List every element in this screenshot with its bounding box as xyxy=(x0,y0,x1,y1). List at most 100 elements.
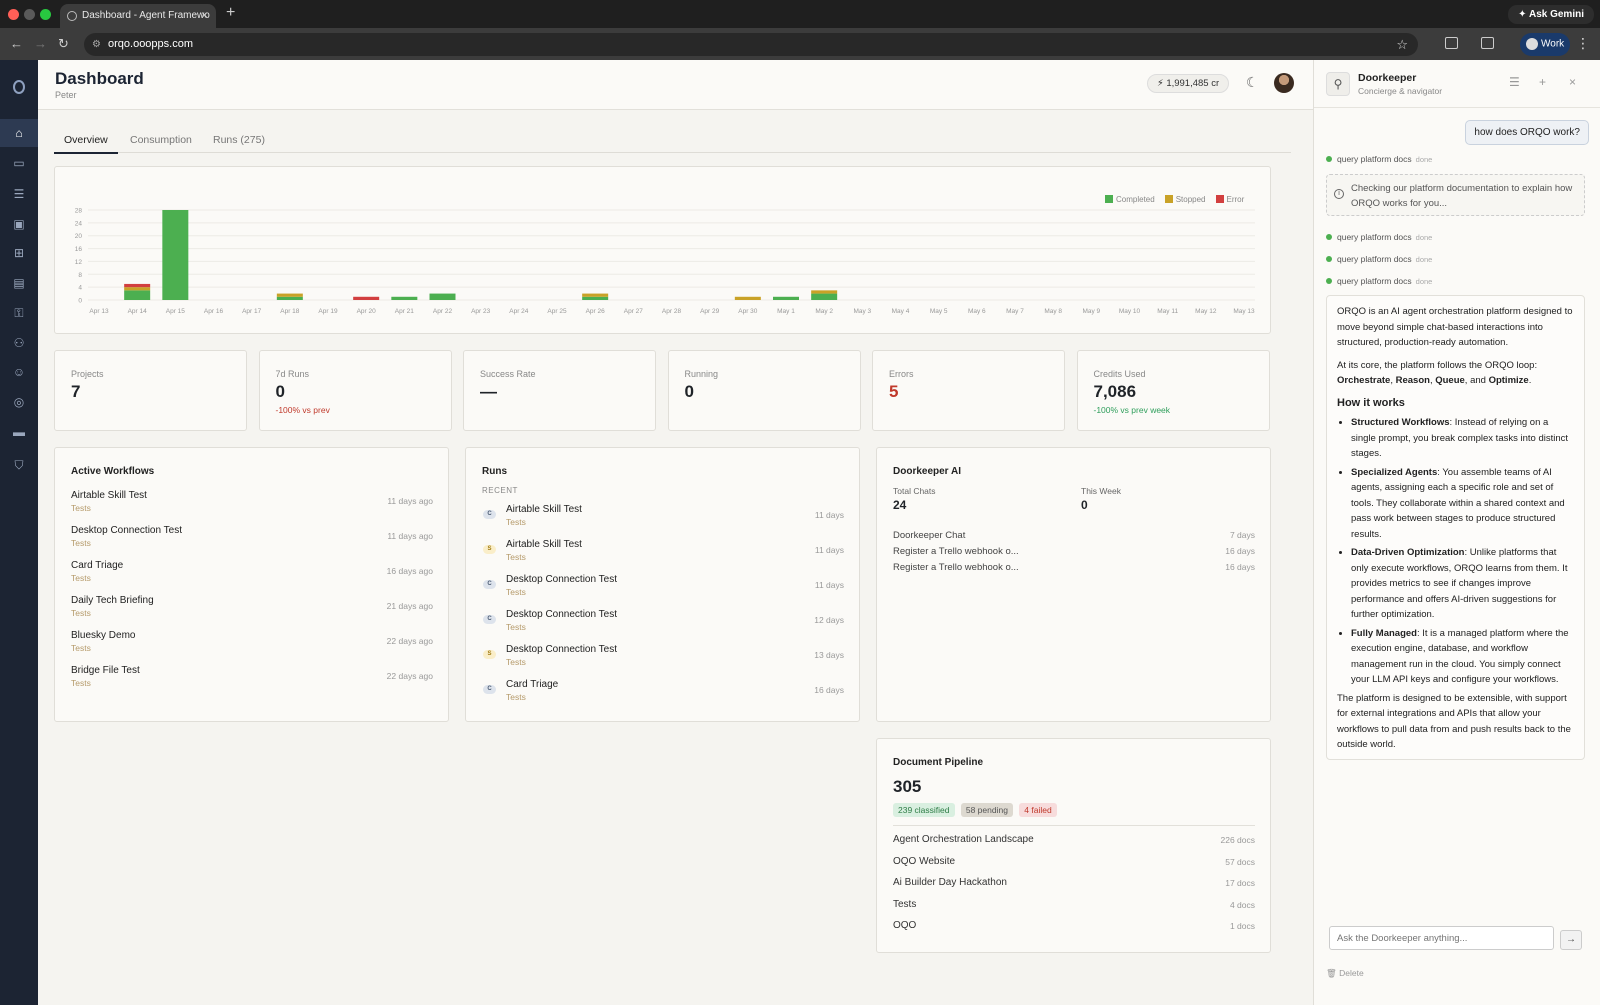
x-tick-label: Apr 22 xyxy=(433,308,453,315)
sidebar-home-icon[interactable]: ⌂ xyxy=(0,119,38,147)
run-row[interactable]: C Card Triage Tests 16 days xyxy=(482,679,844,709)
credits-badge[interactable]: ⚡ 1,991,485 cr xyxy=(1147,74,1230,93)
back-icon[interactable]: ← xyxy=(10,36,23,51)
tab-consumption[interactable]: Consumption xyxy=(130,134,192,152)
y-tick-label: 12 xyxy=(75,259,83,266)
bar-stopped[interactable] xyxy=(582,293,609,297)
forward-icon[interactable]: → xyxy=(34,36,47,51)
run-row[interactable]: C Desktop Connection Test Tests 12 days xyxy=(482,609,844,639)
bar-completed[interactable] xyxy=(276,296,303,300)
chat-row[interactable]: Register a Trello webhook o... 16 days xyxy=(893,562,1255,573)
bar-stopped[interactable] xyxy=(734,296,761,300)
run-row[interactable]: S Airtable Skill Test Tests 11 days xyxy=(482,539,844,569)
credits-value: 1,991,485 cr xyxy=(1166,78,1220,89)
stat-label: Running xyxy=(684,369,719,379)
browser-tab[interactable]: Dashboard - Agent Framewo × xyxy=(60,4,216,28)
close-window-button[interactable] xyxy=(8,9,19,20)
bar-completed[interactable] xyxy=(162,210,189,300)
run-row[interactable]: C Airtable Skill Test Tests 11 days xyxy=(482,504,844,534)
sidebar-archive-icon[interactable]: ▤ xyxy=(0,269,38,297)
run-name: Airtable Skill Test xyxy=(506,504,582,515)
bar-stopped[interactable] xyxy=(276,293,303,297)
side-panel-icon[interactable] xyxy=(1481,37,1494,49)
bar-stopped[interactable] xyxy=(811,290,838,294)
bar-completed[interactable] xyxy=(429,293,456,300)
sidebar-folder-icon[interactable]: ▭ xyxy=(0,149,38,177)
collection-row[interactable]: Agent Orchestration Landscape 226 docs xyxy=(893,834,1255,845)
x-tick-label: May 13 xyxy=(1233,308,1255,315)
workflow-row[interactable]: Bridge File Test Tests 22 days ago xyxy=(71,665,433,695)
workflow-row[interactable]: Daily Tech Briefing Tests 21 days ago xyxy=(71,595,433,625)
minimize-window-button[interactable] xyxy=(24,9,35,20)
this-week-value: 0 xyxy=(1081,498,1088,512)
collection-row[interactable]: Tests 4 docs xyxy=(893,899,1255,910)
delete-chat-button[interactable]: 🗑 Delete xyxy=(1326,968,1364,979)
x-tick-label: May 7 xyxy=(1006,308,1024,315)
maximize-window-button[interactable] xyxy=(40,9,51,20)
workflow-row[interactable]: Bluesky Demo Tests 22 days ago xyxy=(71,630,433,660)
run-row[interactable]: S Desktop Connection Test Tests 13 days xyxy=(482,644,844,674)
sidebar-users-icon[interactable]: ⚇ xyxy=(0,329,38,357)
collection-row[interactable]: Ai Builder Day Hackathon 17 docs xyxy=(893,877,1255,888)
answer-point: Structured Workflows: Instead of relying… xyxy=(1351,415,1574,462)
dark-mode-toggle-icon[interactable]: ☾ xyxy=(1246,74,1259,91)
close-tab-icon[interactable]: × xyxy=(201,8,208,22)
app-logo xyxy=(13,80,25,94)
x-tick-label: Apr 24 xyxy=(509,308,529,315)
run-row[interactable]: C Desktop Connection Test Tests 11 days xyxy=(482,574,844,604)
history-icon[interactable]: ☰ xyxy=(1509,75,1520,89)
sidebar-bot-icon[interactable]: ☺ xyxy=(0,358,38,386)
x-tick-label: May 5 xyxy=(930,308,948,315)
bar-error[interactable] xyxy=(353,296,380,300)
run-name: Desktop Connection Test xyxy=(506,644,617,655)
sidebar-fingerprint-icon[interactable]: ◎ xyxy=(0,388,38,416)
thinking-message: i Checking our platform documentation to … xyxy=(1326,174,1585,216)
tab-overview[interactable]: Overview xyxy=(54,134,118,154)
close-panel-icon[interactable]: × xyxy=(1569,75,1576,89)
chat-name: Doorkeeper Chat xyxy=(893,530,966,541)
sidebar-card-icon[interactable]: ▬ xyxy=(0,418,38,446)
url-input[interactable]: ⚙ orqo.ooopps.com ☆ xyxy=(84,33,1418,56)
bar-stopped[interactable] xyxy=(124,287,151,291)
workflow-row[interactable]: Airtable Skill Test Tests 11 days ago xyxy=(71,490,433,520)
collection-row[interactable]: OQO 1 docs xyxy=(893,920,1255,931)
tool-status: done xyxy=(1415,233,1433,242)
reload-icon[interactable]: ↻ xyxy=(58,36,69,52)
browser-menu-icon[interactable]: ⋮ xyxy=(1576,35,1590,52)
x-tick-label: Apr 23 xyxy=(471,308,491,315)
doorkeeper-input[interactable] xyxy=(1329,926,1554,950)
sidebar-cpu-icon[interactable]: ▣ xyxy=(0,210,38,238)
send-button[interactable]: → xyxy=(1560,930,1582,950)
sidebar-inbox-icon[interactable]: ☰ xyxy=(0,180,38,208)
new-tab-icon[interactable]: + xyxy=(226,4,235,22)
workflow-row[interactable]: Desktop Connection Test Tests 11 days ago xyxy=(71,525,433,555)
tab-runs[interactable]: Runs (275) xyxy=(213,134,265,152)
new-chat-icon[interactable]: + xyxy=(1539,75,1546,89)
sidebar-grid-icon[interactable]: ⊞ xyxy=(0,239,38,267)
collection-row[interactable]: OQO Website 57 docs xyxy=(893,856,1255,867)
collection-name: Tests xyxy=(893,898,917,910)
chat-row[interactable]: Doorkeeper Chat 7 days xyxy=(893,530,1255,541)
bar-completed[interactable] xyxy=(124,290,151,300)
status-dot-icon xyxy=(1326,278,1332,284)
run-status-badge: C xyxy=(483,685,496,694)
extensions-icon[interactable] xyxy=(1445,37,1458,49)
workflow-row[interactable]: Card Triage Tests 16 days ago xyxy=(71,560,433,590)
site-settings-icon[interactable]: ⚙ xyxy=(92,39,101,50)
collection-count: 17 docs xyxy=(1225,878,1255,888)
bookmark-star-icon[interactable]: ☆ xyxy=(1396,37,1408,53)
profile-button[interactable]: Work xyxy=(1520,33,1570,56)
tool-status: done xyxy=(1415,277,1433,286)
ask-gemini-button[interactable]: ✦ Ask Gemini xyxy=(1508,5,1594,24)
sidebar-key-icon[interactable]: ⚿ xyxy=(0,299,38,327)
bar-completed[interactable] xyxy=(582,296,609,300)
user-avatar[interactable] xyxy=(1274,73,1294,93)
bar-error[interactable] xyxy=(124,283,151,288)
workflow-age: 16 days ago xyxy=(386,566,433,576)
bar-completed[interactable] xyxy=(773,296,799,300)
chat-row[interactable]: Register a Trello webhook o... 16 days xyxy=(893,546,1255,557)
sidebar-shield-icon[interactable]: ⛉ xyxy=(0,451,38,479)
workflow-name: Airtable Skill Test xyxy=(71,490,147,501)
bar-completed[interactable] xyxy=(391,296,418,300)
bar-completed[interactable] xyxy=(811,293,838,300)
